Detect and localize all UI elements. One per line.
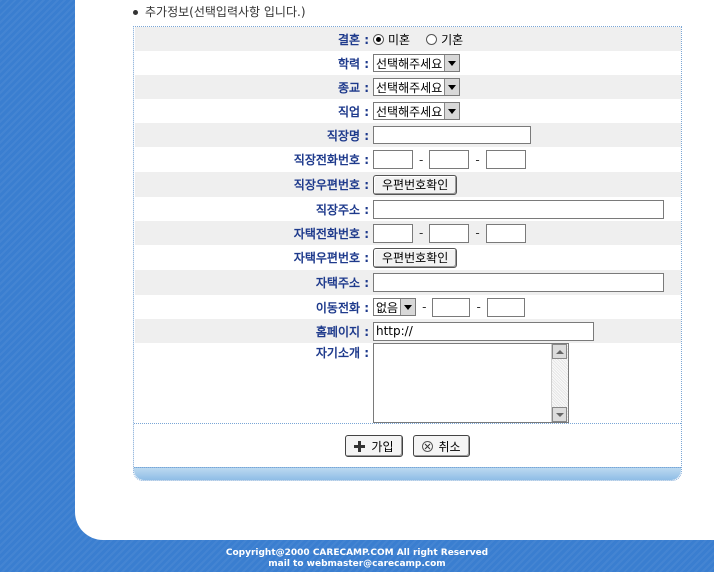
row-religion: 종교 : 선택해주세요 — [135, 75, 681, 99]
close-icon — [421, 440, 433, 452]
footer-copyright: Copyright@2000 CARECAMP.COM All right Re… — [225, 548, 489, 558]
homepage-input[interactable] — [373, 321, 594, 341]
form-actions: 가입 취소 — [134, 423, 681, 468]
religion-label: 종교 : — [337, 80, 369, 95]
row-work-address: 직장주소 : — [135, 197, 681, 221]
section-title: 추가정보(선택입력사항 입니다.) — [133, 3, 306, 20]
row-work-phone: 직장전화번호 : - - — [135, 147, 681, 172]
home-zip-button[interactable]: 우편번호확인 — [373, 247, 458, 268]
work-zip-label: 직장우편번호 : — [293, 178, 369, 192]
row-home-phone: 자택전화번호 : - - — [135, 221, 681, 245]
form-bottom-band — [134, 467, 681, 480]
home-phone-1[interactable] — [373, 223, 413, 243]
radio-checked-icon — [373, 33, 384, 45]
scroll-down-icon[interactable] — [552, 407, 567, 422]
dropdown-arrow-icon — [444, 103, 460, 119]
radio-single[interactable]: 미혼 — [373, 31, 410, 48]
religion-select[interactable]: 선택해주세요 — [373, 78, 461, 96]
intro-label: 자기소개 : — [315, 346, 369, 360]
mobile-label: 이동전화 : — [315, 300, 369, 315]
marriage-label: 결혼 : — [337, 32, 369, 47]
footer: Copyright@2000 CARECAMP.COM All right Re… — [0, 548, 714, 570]
row-company-name: 직장명 : — [135, 123, 681, 147]
work-phone-1[interactable] — [373, 150, 413, 169]
homepage-label: 홈페이지 : — [315, 324, 369, 339]
home-phone-3[interactable] — [485, 223, 526, 243]
section-title-text: 추가정보(선택입력사항 입니다.) — [145, 5, 306, 19]
education-label: 학력 : — [337, 56, 369, 71]
work-phone-label: 직장전화번호 : — [293, 153, 369, 167]
company-name-label: 직장명 : — [326, 128, 369, 143]
mobile-2[interactable] — [432, 297, 471, 317]
job-label: 직업 : — [337, 104, 369, 119]
work-phone-3[interactable] — [485, 150, 526, 169]
home-phone-2[interactable] — [429, 223, 470, 243]
row-marriage: 결혼 : 미혼 기혼 — [135, 27, 681, 51]
education-select[interactable]: 선택해주세요 — [373, 54, 461, 72]
footer-mail[interactable]: mail to webmaster@carecamp.com — [0, 559, 714, 570]
additional-info-form: 결혼 : 미혼 기혼 학력 : 선택해주세요 종교 : 선택해주세요 직업 : … — [133, 26, 682, 481]
job-select[interactable]: 선택해주세요 — [373, 102, 461, 120]
home-zip-label: 자택우편번호 : — [293, 251, 369, 265]
row-work-zip: 직장우편번호 : 우편번호확인 — [135, 172, 681, 197]
cancel-button[interactable]: 취소 — [412, 435, 470, 457]
row-job: 직업 : 선택해주세요 — [135, 99, 681, 123]
row-education: 학력 : 선택해주세요 — [135, 51, 681, 75]
home-address-input[interactable] — [373, 273, 664, 292]
dropdown-arrow-icon — [444, 79, 460, 95]
radio-married[interactable]: 기혼 — [426, 31, 463, 48]
dropdown-arrow-icon — [444, 55, 460, 71]
intro-textarea[interactable] — [373, 343, 569, 423]
work-phone-2[interactable] — [429, 150, 470, 169]
join-button[interactable]: 가입 — [345, 435, 403, 457]
row-home-zip: 자택우편번호 : 우편번호확인 — [135, 245, 681, 270]
scroll-up-icon[interactable] — [552, 344, 567, 359]
bullet-icon — [133, 10, 138, 15]
scrollbar[interactable] — [551, 344, 568, 422]
plus-icon — [354, 440, 366, 452]
work-zip-button[interactable]: 우편번호확인 — [373, 174, 458, 195]
radio-unchecked-icon — [426, 33, 438, 45]
mobile-prefix-select[interactable]: 없음 — [373, 298, 417, 316]
home-phone-label: 자택전화번호 : — [293, 226, 369, 241]
company-name-input[interactable] — [373, 126, 531, 144]
work-address-label: 직장주소 : — [315, 202, 369, 217]
mobile-3[interactable] — [486, 297, 525, 317]
row-homepage: 홈페이지 : — [135, 319, 681, 343]
row-intro: 자기소개 : — [135, 343, 681, 423]
row-mobile: 이동전화 : 없음 - - — [135, 295, 681, 319]
work-address-input[interactable] — [373, 199, 664, 219]
row-home-address: 자택주소 : — [135, 270, 681, 295]
dropdown-arrow-icon — [400, 299, 416, 315]
home-address-label: 자택주소 : — [315, 276, 369, 290]
